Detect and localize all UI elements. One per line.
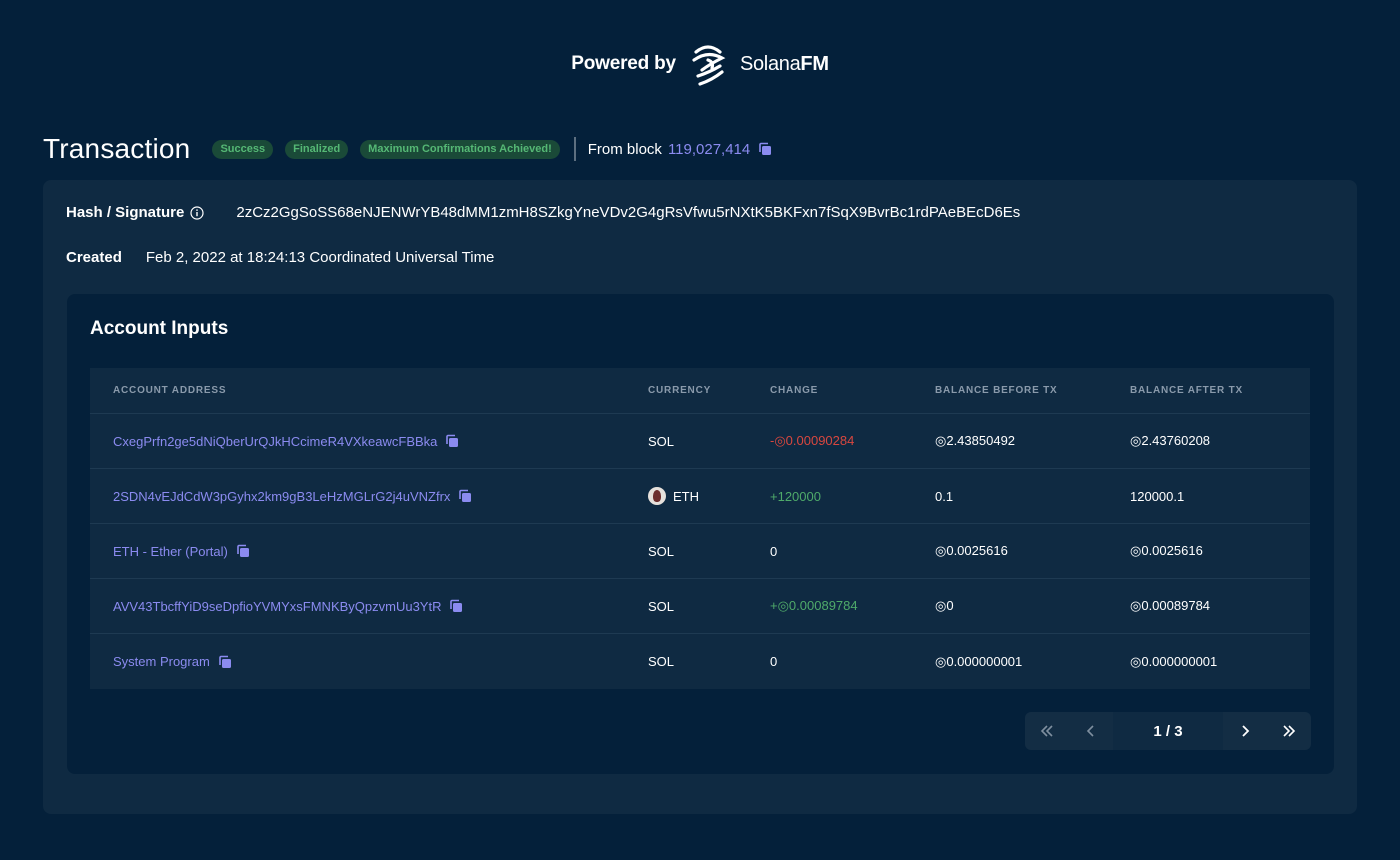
account-inputs-panel: Account Inputs ACCOUNT ADDRESS CURRENCY … xyxy=(67,294,1334,774)
account-address-link[interactable]: CxegPrfn2ge5dNiQberUrQJkHCcimeR4VXkeawcF… xyxy=(113,434,437,449)
address-cell: AVV43TbcffYiD9seDpfioYVMYxsFMNKByQpzvmUu… xyxy=(113,599,463,614)
status-badge-finalized: Finalized xyxy=(285,139,349,159)
balance-after-cell: ◎0.0025616 xyxy=(1130,543,1203,558)
balance-before-cell: ◎2.43850492 xyxy=(935,433,1016,448)
copy-icon[interactable] xyxy=(236,544,250,558)
currency-label: SOL xyxy=(648,543,675,559)
currency-label: SOL xyxy=(648,654,675,669)
account-inputs-title: Account Inputs xyxy=(90,318,229,339)
next-page-button[interactable] xyxy=(1223,712,1267,750)
account-address-link[interactable]: System Program xyxy=(113,654,210,669)
hash-value: 2zCz2GgSoSS68eNJENWrYB48dMM1zmH8SZkgYneV… xyxy=(236,204,1021,221)
change-cell: +120000 xyxy=(770,488,821,504)
balance-after-cell: ◎2.43760208 xyxy=(1130,433,1211,448)
balance-before-cell: ◎0.000000001 xyxy=(935,653,1023,669)
info-icon[interactable] xyxy=(190,205,204,220)
table-row: CxegPrfn2ge5dNiQberUrQJkHCcimeR4VXkeawcF… xyxy=(90,414,1310,469)
address-cell: ETH - Ether (Portal) xyxy=(113,544,250,559)
currency-label: SOL xyxy=(648,433,675,449)
pagination: 1 / 3 xyxy=(1025,712,1311,750)
status-badge-confirmations: Maximum Confirmations Achieved! xyxy=(360,139,560,159)
created-value: Feb 2, 2022 at 18:24:13 Coordinated Univ… xyxy=(145,249,495,266)
address-cell: System Program xyxy=(113,654,232,669)
solanafm-wordmark[interactable]: SolanaFM xyxy=(740,53,829,76)
copy-icon[interactable] xyxy=(458,489,472,503)
address-cell: CxegPrfn2ge5dNiQberUrQJkHCcimeR4VXkeawcF… xyxy=(113,434,459,449)
previous-page-button[interactable] xyxy=(1069,712,1113,750)
currency-cell: SOL xyxy=(648,434,674,449)
currency-cell: SOL xyxy=(648,544,674,559)
table-row: System Program SOL 0 ◎0.000000001 ◎0.0000000… xyxy=(90,634,1310,689)
change-cell: +◎0.00089784 xyxy=(770,598,858,613)
page-title: Transaction xyxy=(43,133,191,164)
chevron-left-icon xyxy=(1086,725,1094,737)
token-avatar-icon xyxy=(648,487,666,505)
double-chevron-right-icon xyxy=(1283,725,1296,737)
solanafm-logo-icon[interactable] xyxy=(690,40,726,88)
change-cell: -◎0.00090284 xyxy=(770,433,855,448)
balance-before-cell: ◎0.0025616 xyxy=(935,543,1008,558)
table-header: ACCOUNT ADDRESS CURRENCY CHANGE BALANCE … xyxy=(90,368,1310,414)
account-address-link[interactable]: AVV43TbcffYiD9seDpfioYVMYxsFMNKByQpzvmUu… xyxy=(113,599,441,614)
transaction-card: Hash / Signature 2zCz2GgSoSS68eNJENWrYB4… xyxy=(43,180,1357,814)
copy-icon[interactable] xyxy=(445,434,459,448)
chevron-right-icon xyxy=(1242,725,1250,737)
column-header-change: CHANGE xyxy=(770,385,819,396)
balance-before-cell: ◎0 xyxy=(935,598,954,613)
currency-cell: SOL xyxy=(648,599,674,614)
powered-by-text: Powered by xyxy=(571,53,676,74)
hash-label: Hash / Signature xyxy=(66,204,185,221)
balance-before-cell: 0.1 xyxy=(935,488,954,504)
transaction-header: Transaction Success Finalized Maximum Co… xyxy=(43,132,772,166)
change-cell: 0 xyxy=(770,543,778,559)
column-header-balance-before: BALANCE BEFORE TX xyxy=(935,385,1058,396)
balance-after-cell: ◎0.000000001 xyxy=(1130,653,1218,669)
powered-by-banner: Powered by SolanaFM xyxy=(0,40,1400,88)
table-body: CxegPrfn2ge5dNiQberUrQJkHCcimeR4VXkeawcF… xyxy=(90,414,1310,689)
brand-bold-text: FM xyxy=(800,52,829,75)
from-block-label: From block xyxy=(587,140,662,158)
double-chevron-left-icon xyxy=(1040,725,1053,737)
currency-label: SOL xyxy=(648,598,675,614)
page-indicator: 1 / 3 xyxy=(1113,712,1223,750)
copy-icon[interactable] xyxy=(449,599,463,613)
status-badge-success: Success xyxy=(212,139,274,159)
currency-cell: ETH xyxy=(648,487,699,505)
balance-after-cell: ◎0.00089784 xyxy=(1130,598,1211,613)
table-row: ETH - Ether (Portal) SOL 0 ◎0.0025616 ◎0.002… xyxy=(90,524,1310,579)
brand-light-text: Solana xyxy=(739,52,801,75)
account-address-link[interactable]: 2SDN4vEJdCdW3pGyhx2km9gB3LeHzMGLrG2j4uVN… xyxy=(113,489,450,504)
page: Powered by SolanaFM Transaction Success … xyxy=(0,0,1400,860)
last-page-button[interactable] xyxy=(1267,712,1311,750)
block-number-link[interactable]: 119,027,414 xyxy=(668,141,750,158)
change-cell: 0 xyxy=(770,654,778,669)
address-cell: 2SDN4vEJdCdW3pGyhx2km9gB3LeHzMGLrG2j4uVN… xyxy=(113,489,472,504)
table-row: AVV43TbcffYiD9seDpfioYVMYxsFMNKByQpzvmUu… xyxy=(90,579,1310,634)
column-header-balance-after: BALANCE AFTER TX xyxy=(1130,385,1243,396)
created-label: Created xyxy=(66,249,122,266)
column-header-currency: CURRENCY xyxy=(648,385,712,396)
column-header-address: ACCOUNT ADDRESS xyxy=(113,385,227,396)
copy-icon[interactable] xyxy=(758,142,772,156)
divider xyxy=(573,137,576,161)
first-page-button[interactable] xyxy=(1025,712,1069,750)
currency-cell: SOL xyxy=(648,654,674,669)
table-row: 2SDN4vEJdCdW3pGyhx2km9gB3LeHzMGLrG2j4uVN… xyxy=(90,469,1310,524)
hash-row: Hash / Signature 2zCz2GgSoSS68eNJENWrYB4… xyxy=(66,204,1020,221)
account-address-link[interactable]: ETH - Ether (Portal) xyxy=(113,544,228,559)
account-inputs-table: ACCOUNT ADDRESS CURRENCY CHANGE BALANCE … xyxy=(90,368,1310,689)
balance-after-cell: 120000.1 xyxy=(1130,488,1185,504)
created-row: Created Feb 2, 2022 at 18:24:13 Coordina… xyxy=(66,249,494,266)
currency-label: ETH xyxy=(673,488,699,504)
copy-icon[interactable] xyxy=(218,655,232,669)
